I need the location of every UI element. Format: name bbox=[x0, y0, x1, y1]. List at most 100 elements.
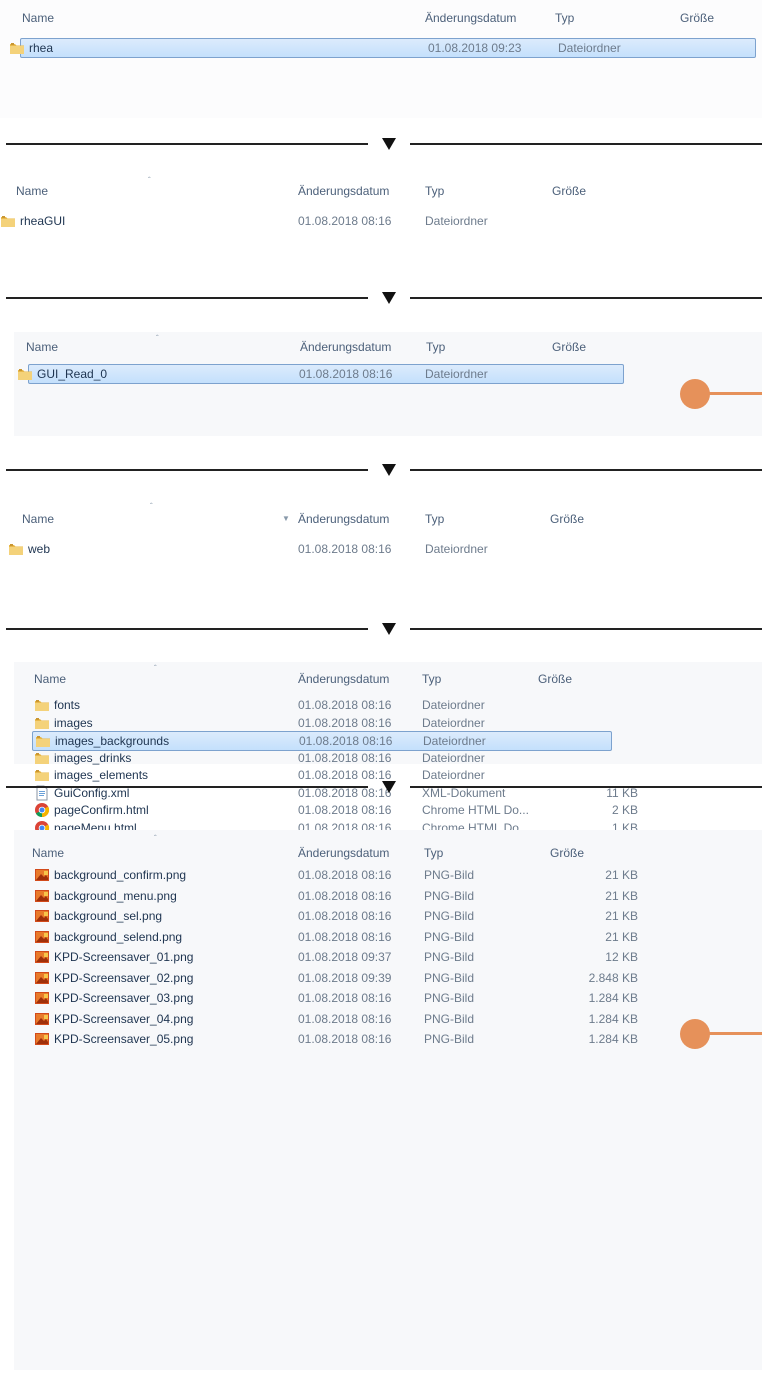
file-date: 01.08.2018 09:23 bbox=[428, 41, 522, 55]
annotation-marker bbox=[680, 1019, 762, 1049]
step-arrow-separator bbox=[0, 135, 762, 153]
file-type: PNG-Bild bbox=[424, 950, 475, 964]
list-item[interactable]: background_menu.png 01.08.2018 08:16 PNG-B… bbox=[32, 887, 638, 905]
column-header-name[interactable]: Name bbox=[32, 846, 64, 860]
file-name: KPD-Screensaver_01.png bbox=[54, 950, 194, 964]
file-date: 01.08.2018 08:16 bbox=[298, 214, 392, 228]
sort-caret-icon: ˆ bbox=[150, 502, 153, 511]
down-arrow-icon bbox=[382, 464, 396, 476]
file-date: 01.08.2018 08:16 bbox=[298, 803, 392, 817]
list-item[interactable]: fonts 01.08.2018 08:16 Dateiordner bbox=[32, 696, 612, 714]
png-image-icon bbox=[34, 970, 50, 986]
file-type: Dateiordner bbox=[422, 698, 485, 712]
list-item[interactable]: KPD-Screensaver_02.png 01.08.2018 09:39 PN… bbox=[32, 969, 638, 987]
column-header-size[interactable]: Größe bbox=[552, 184, 586, 198]
file-date: 01.08.2018 08:16 bbox=[298, 542, 392, 556]
column-header-size[interactable]: Größe bbox=[550, 512, 584, 526]
column-header-name[interactable]: Name bbox=[34, 672, 66, 686]
column-header-type[interactable]: Typ bbox=[425, 184, 444, 198]
file-type: Dateiordner bbox=[425, 367, 488, 381]
file-type: PNG-Bild bbox=[424, 991, 475, 1005]
file-type: PNG-Bild bbox=[424, 929, 475, 944]
list-item[interactable]: web 01.08.2018 08:16 Dateiordner bbox=[9, 540, 640, 558]
column-header-type[interactable]: Typ bbox=[555, 11, 574, 25]
file-name: background_selend.png bbox=[54, 929, 183, 944]
step-arrow-separator bbox=[0, 778, 762, 796]
folder-icon bbox=[17, 366, 33, 382]
list-item[interactable]: background_confirm.png 01.08.2018 08:16 PN… bbox=[32, 866, 638, 884]
column-header-date[interactable]: Änderungsdatum bbox=[298, 672, 389, 686]
png-image-icon bbox=[34, 1011, 50, 1027]
list-item[interactable]: GUI_Read_0 01.08.2018 08:16 Dateiordner bbox=[18, 364, 624, 384]
column-header-type[interactable]: Typ bbox=[422, 672, 441, 686]
list-item[interactable]: pageConfirm.html 01.08.2018 08:16 Chrome H… bbox=[32, 801, 638, 819]
file-type: Dateiordner bbox=[422, 715, 485, 730]
column-header-date[interactable]: Änderungsdatum bbox=[298, 846, 389, 860]
column-header-size[interactable]: Größe bbox=[550, 846, 584, 860]
file-name: rheaGUI bbox=[20, 214, 66, 228]
column-header-size[interactable]: Größe bbox=[552, 340, 586, 354]
list-item[interactable]: background_sel.png 01.08.2018 08:16 PNG-Bi… bbox=[32, 907, 638, 925]
png-image-icon bbox=[34, 929, 50, 945]
column-header-type[interactable]: Typ bbox=[424, 846, 443, 860]
file-name: background_menu.png bbox=[54, 888, 177, 903]
file-size: 21 KB bbox=[605, 888, 638, 903]
down-arrow-icon bbox=[382, 623, 396, 635]
file-date: 01.08.2018 08:16 bbox=[298, 1032, 392, 1046]
png-image-icon bbox=[34, 867, 50, 883]
column-header-name[interactable]: Name bbox=[22, 11, 54, 25]
file-type: Dateiordner bbox=[425, 214, 488, 228]
down-arrow-icon bbox=[382, 138, 396, 150]
file-size: 1.284 KB bbox=[588, 991, 638, 1005]
column-header-name[interactable]: Name bbox=[16, 184, 48, 198]
file-name: images_drinks bbox=[54, 750, 132, 765]
file-type: PNG-Bild bbox=[424, 1032, 475, 1046]
file-date: 01.08.2018 08:16 bbox=[298, 698, 392, 712]
sort-caret-icon: ˆ bbox=[156, 334, 159, 343]
explorer-panel-rhea-parent: Name Änderungsdatum Typ Größe rhea 01.08.… bbox=[0, 0, 762, 118]
column-header-type[interactable]: Typ bbox=[425, 512, 444, 526]
column-header-date[interactable]: Änderungsdatum bbox=[300, 340, 391, 354]
column-dropdown-icon[interactable]: ▼ bbox=[282, 514, 290, 523]
file-type: Dateiordner bbox=[422, 750, 485, 765]
column-header-date[interactable]: Änderungsdatum bbox=[298, 512, 389, 526]
step-arrow-separator bbox=[0, 289, 762, 307]
list-item[interactable]: KPD-Screensaver_05.png 01.08.2018 08:16 PN… bbox=[32, 1030, 638, 1048]
file-size: 21 KB bbox=[605, 929, 638, 944]
file-name: GUI_Read_0 bbox=[37, 367, 108, 381]
list-item[interactable]: background_selend.png 01.08.2018 08:16 PNG… bbox=[32, 928, 638, 946]
list-item[interactable]: rhea 01.08.2018 09:23 Dateiordner bbox=[10, 38, 756, 58]
column-header-type[interactable]: Typ bbox=[426, 340, 445, 354]
file-date: 01.08.2018 08:16 bbox=[298, 750, 392, 765]
step-arrow-separator bbox=[0, 620, 762, 638]
file-date: 01.08.2018 08:16 bbox=[298, 888, 392, 903]
explorer-panel-web: ˆ Name Änderungsdatum Typ Größe fonts 01.… bbox=[14, 662, 762, 958]
column-header-date[interactable]: Änderungsdatum bbox=[425, 11, 516, 25]
list-item[interactable]: rheaGUI 01.08.2018 08:16 Dateiordner bbox=[1, 212, 634, 230]
folder-icon bbox=[8, 541, 24, 557]
file-size: 2 KB bbox=[611, 803, 638, 817]
column-header-name[interactable]: Name bbox=[26, 340, 58, 354]
file-type: PNG-Bild bbox=[424, 1011, 475, 1026]
file-date: 01.08.2018 08:16 bbox=[298, 1011, 392, 1026]
file-name: rhea bbox=[29, 41, 54, 55]
png-image-icon bbox=[34, 888, 50, 904]
column-header-name[interactable]: Name bbox=[22, 512, 54, 526]
list-item[interactable]: images 01.08.2018 08:16 Dateiordner bbox=[32, 714, 612, 732]
file-type: Dateiordner bbox=[423, 734, 486, 748]
column-header-size[interactable]: Größe bbox=[680, 11, 714, 25]
explorer-panel-gui-read: ˆ Name ▼ Änderungsdatum Typ Größe web 01.… bbox=[0, 500, 762, 592]
file-type: PNG-Bild bbox=[424, 868, 475, 882]
list-item[interactable]: KPD-Screensaver_04.png 01.08.2018 08:16 PN… bbox=[32, 1010, 638, 1028]
file-date: 01.08.2018 08:16 bbox=[299, 734, 393, 748]
folder-icon bbox=[34, 750, 50, 766]
list-item[interactable]: images_drinks 01.08.2018 08:16 Dateiordner bbox=[32, 749, 612, 767]
list-item[interactable]: KPD-Screensaver_03.png 01.08.2018 08:16 PN… bbox=[32, 989, 638, 1007]
column-header-size[interactable]: Größe bbox=[538, 672, 572, 686]
file-name: images_backgrounds bbox=[55, 734, 170, 748]
file-date: 01.08.2018 09:37 bbox=[298, 950, 392, 964]
file-date: 01.08.2018 08:16 bbox=[298, 868, 392, 882]
folder-icon bbox=[34, 715, 50, 731]
column-header-date[interactable]: Änderungsdatum bbox=[298, 184, 389, 198]
list-item[interactable]: KPD-Screensaver_01.png 01.08.2018 09:37 PN… bbox=[32, 948, 638, 966]
